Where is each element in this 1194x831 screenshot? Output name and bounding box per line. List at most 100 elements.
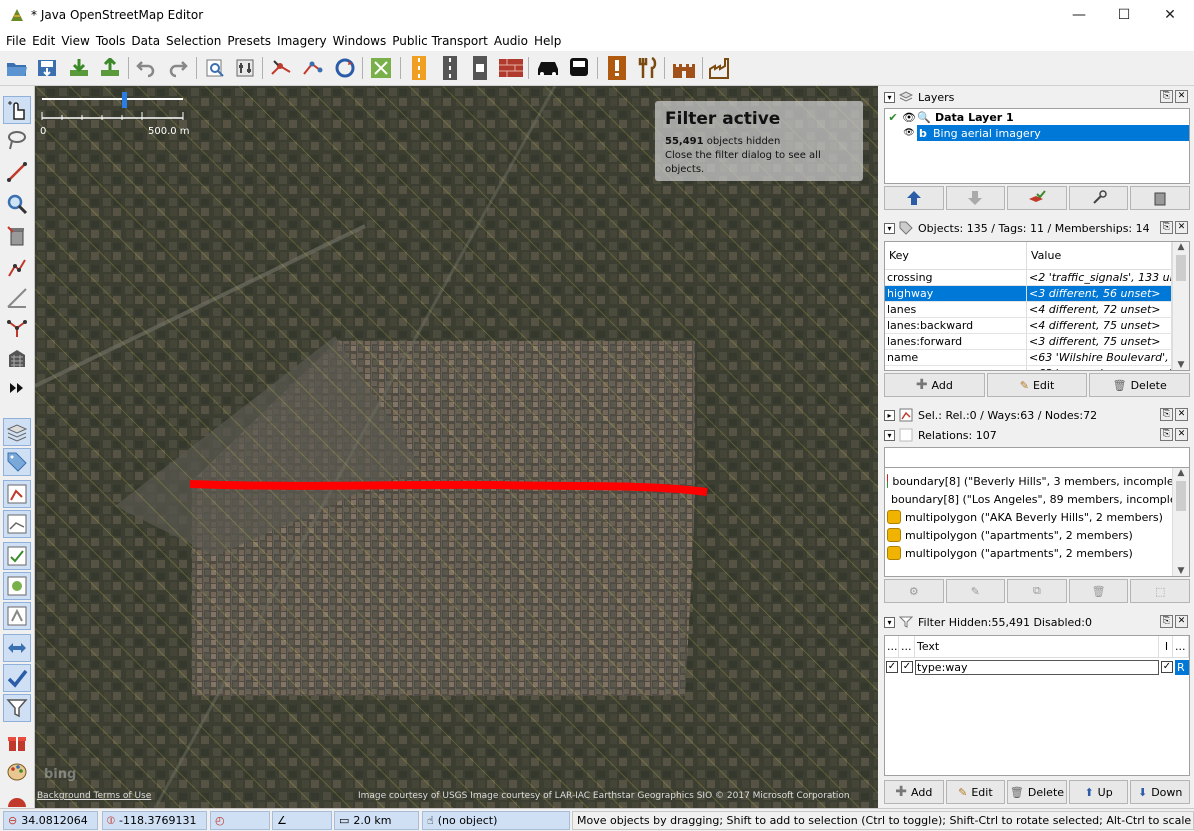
inverted-column-header[interactable]: I	[1159, 636, 1173, 657]
detach-button[interactable]: ⎘	[1160, 408, 1173, 421]
improve-way-button[interactable]	[3, 254, 31, 282]
tag-value-cell[interactable]: <3 different, 56 unset>	[1027, 286, 1172, 301]
preset-car-button[interactable]	[535, 55, 561, 81]
tag-key-cell[interactable]: lanes	[885, 302, 1027, 317]
scroll-up-icon[interactable]: ▲	[1173, 242, 1189, 252]
parallel-mode-button[interactable]	[3, 284, 31, 312]
collapse-toggle[interactable]: ▾	[884, 91, 895, 103]
tag-row[interactable]: source<63 'survey;image;usgs_i...	[885, 366, 1172, 370]
filter-enabled-checkbox[interactable]: ✓	[886, 661, 898, 673]
toggle-check-panel-button[interactable]	[3, 664, 31, 692]
scroll-thumb[interactable]	[1176, 481, 1186, 511]
hiding-column-header[interactable]: ...	[899, 636, 915, 657]
relations-panel-header[interactable]: ▾ Relations: 107 ⎘ ✕	[884, 425, 1190, 445]
menu-imagery[interactable]: Imagery	[274, 34, 330, 48]
detach-button[interactable]: ⎘	[1160, 615, 1173, 628]
tags-panel-header[interactable]: ▾ Objects: 135 / Tags: 11 / Memberships:…	[884, 218, 1190, 238]
scroll-thumb[interactable]	[1176, 255, 1186, 281]
relation-row[interactable]: boundary[8] ("Los Angeles", 89 members, …	[885, 490, 1189, 508]
draw-mode-button[interactable]	[3, 158, 31, 186]
menu-windows[interactable]: Windows	[330, 34, 390, 48]
close-panel-button[interactable]: ✕	[1175, 221, 1188, 234]
layer-row-imagery[interactable]: 👁 b Bing aerial imagery	[885, 125, 1189, 141]
layers-panel-header[interactable]: ▾ Layers ⎘ ✕	[884, 87, 1190, 107]
enabled-column-header[interactable]: ...	[885, 636, 899, 657]
delete-tag-button[interactable]: 🗑 Delete	[1089, 373, 1191, 397]
activate-layer-button[interactable]	[1007, 186, 1067, 210]
edit-filter-button[interactable]: ✎ Edit	[945, 780, 1006, 804]
split-way-button[interactable]	[268, 55, 294, 81]
detach-button[interactable]: ⎘	[1160, 90, 1173, 103]
menu-tools[interactable]: Tools	[93, 34, 129, 48]
maximize-button[interactable]: ☐	[1101, 0, 1147, 31]
tag-row[interactable]: name<63 'Wilshire Boulevard', 7...	[885, 350, 1172, 366]
scroll-down-icon[interactable]: ▼	[1173, 360, 1189, 370]
duplicate-relation-button[interactable]: ⧉	[1007, 579, 1067, 603]
delete-filter-button[interactable]: 🗑 Delete	[1007, 780, 1067, 804]
close-panel-button[interactable]: ✕	[1175, 90, 1188, 103]
zoom-to-selection-button[interactable]	[202, 55, 228, 81]
zoom-mode-button[interactable]	[3, 190, 31, 218]
relations-scrollbar[interactable]: ▲ ▼	[1172, 468, 1189, 576]
menu-file[interactable]: File	[3, 34, 29, 48]
move-layer-up-button[interactable]	[884, 186, 944, 210]
delete-relation-button[interactable]: 🗑	[1068, 579, 1129, 603]
combine-way-button[interactable]	[300, 55, 326, 81]
filter-inverted-checkbox[interactable]: ✓	[1161, 661, 1173, 673]
tag-row[interactable]: crossing <2 'traffic_signals', 133 un...	[885, 270, 1172, 286]
open-file-button[interactable]	[4, 55, 30, 81]
key-column-header[interactable]: Key	[885, 242, 1027, 269]
detach-button[interactable]: ⎘	[1160, 428, 1173, 441]
tag-key-cell[interactable]: lanes:backward	[885, 318, 1027, 333]
collapse-toggle[interactable]: ▾	[884, 616, 895, 628]
menu-audio[interactable]: Audio	[491, 34, 531, 48]
preset-bus-button[interactable]	[566, 55, 592, 81]
filter-text-cell[interactable]: type:way	[915, 659, 1159, 675]
toggle-validator-panel-button[interactable]	[3, 542, 31, 570]
detach-button[interactable]: ⎘	[1160, 221, 1173, 234]
add-filter-button[interactable]: ✚ Add	[884, 780, 944, 804]
extrude-mode-button[interactable]	[3, 314, 31, 342]
terms-of-use-link[interactable]: Background Terms of Use	[37, 791, 151, 801]
scroll-down-icon[interactable]: ▼	[1173, 566, 1189, 576]
tag-row[interactable]: lanes <4 different, 72 unset>	[885, 302, 1172, 318]
relation-row[interactable]: multipolygon ("apartments", 2 members)	[885, 526, 1189, 544]
scroll-up-icon[interactable]: ▲	[1173, 468, 1189, 478]
close-panel-button[interactable]: ✕	[1175, 428, 1188, 441]
tag-value-cell[interactable]: <63 'Wilshire Boulevard', 7...	[1027, 350, 1172, 365]
toggle-layers-panel-button[interactable]	[3, 418, 31, 446]
menu-selection[interactable]: Selection	[163, 34, 224, 48]
collapse-toggle[interactable]: ▾	[884, 429, 895, 441]
collapse-toggle[interactable]: ▸	[884, 409, 895, 421]
relation-row[interactable]: multipolygon ("AKA Beverly Hills", 2 mem…	[885, 508, 1189, 526]
visibility-eye-icon[interactable]: 👁	[901, 111, 917, 124]
visibility-eye-icon[interactable]: 👁	[901, 128, 917, 138]
add-tag-button[interactable]: ✚ Add	[884, 373, 985, 397]
close-window-button[interactable]: ✕	[1147, 0, 1193, 31]
preset-wall-button[interactable]	[498, 55, 524, 81]
tag-value-cell[interactable]: <4 different, 72 unset>	[1027, 302, 1172, 317]
preset-restaurant-button[interactable]	[635, 55, 661, 81]
orthogonalize-button[interactable]	[368, 55, 394, 81]
more-tools-button[interactable]	[3, 374, 31, 402]
move-filter-up-button[interactable]: ⬆ Up	[1068, 780, 1129, 804]
text-column-header[interactable]: Text	[915, 636, 1159, 657]
menu-help[interactable]: Help	[531, 34, 564, 48]
menu-edit[interactable]: Edit	[29, 34, 58, 48]
tag-key-cell[interactable]: highway	[885, 286, 1027, 301]
toggle-selection-panel-button[interactable]	[3, 480, 31, 508]
toggle-commands-panel-button[interactable]	[3, 634, 31, 662]
collapse-toggle[interactable]: ▾	[884, 222, 895, 234]
select-mode-button[interactable]	[3, 96, 31, 124]
delete-layer-button[interactable]	[1130, 186, 1190, 210]
tag-key-cell[interactable]: crossing	[885, 270, 1027, 285]
toggle-conflict-panel-button[interactable]	[3, 602, 31, 630]
filter-hiding-checkbox[interactable]: ✓	[901, 661, 913, 673]
close-panel-button[interactable]: ✕	[1175, 408, 1188, 421]
delete-mode-button[interactable]	[3, 222, 31, 250]
selection-panel-header[interactable]: ▸ Sel.: Rel.:0 / Ways:63 / Nodes:72 ⎘ ✕	[884, 405, 1190, 425]
tag-value-cell[interactable]: <2 'traffic_signals', 133 un...	[1027, 270, 1172, 285]
building-mode-button[interactable]	[3, 344, 31, 372]
upload-button[interactable]	[97, 55, 123, 81]
tags-scrollbar[interactable]: ▲ ▼	[1172, 242, 1189, 370]
